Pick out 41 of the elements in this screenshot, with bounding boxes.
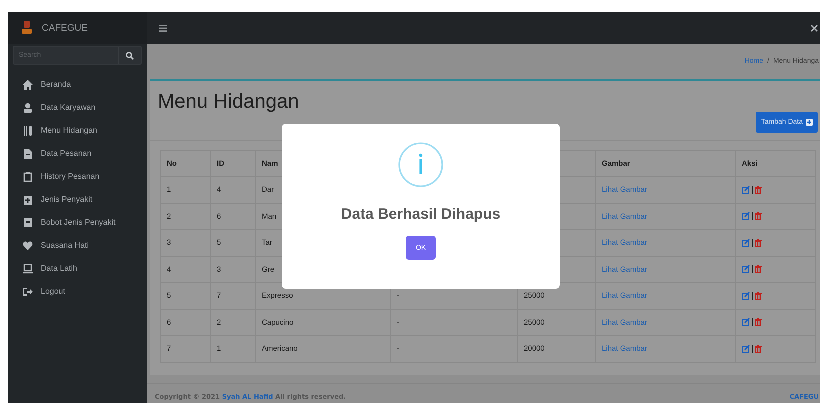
brand-name: CAFEGUE <box>42 22 88 34</box>
trash-icon[interactable] <box>755 265 762 274</box>
edit-icon[interactable] <box>742 238 750 247</box>
search-icon <box>126 52 134 60</box>
edit-icon[interactable] <box>742 344 750 353</box>
sidebar-item[interactable]: Data Pesanan <box>8 142 147 165</box>
edit-icon[interactable] <box>742 265 750 274</box>
trash-icon[interactable] <box>755 292 762 300</box>
trash-icon[interactable] <box>755 212 762 220</box>
sidebar-item[interactable]: History Pesanan <box>8 165 147 188</box>
sidebar-item[interactable]: Beranda <box>8 73 147 96</box>
logo-icon <box>22 21 32 35</box>
trash-icon[interactable] <box>755 186 762 194</box>
clipboard-icon <box>23 172 33 182</box>
user-icon <box>23 102 33 112</box>
sidebar-item[interactable]: Jenis Penyakit <box>8 188 147 211</box>
medkit-icon <box>23 194 33 204</box>
edit-icon[interactable] <box>742 186 750 194</box>
info-icon <box>398 142 444 188</box>
close-icon[interactable] <box>811 24 818 32</box>
edit-icon[interactable] <box>742 318 750 326</box>
sidebar-item[interactable]: Data Karyawan <box>8 96 147 119</box>
logout-icon <box>23 286 33 296</box>
menu-icon[interactable] <box>159 24 167 32</box>
sidebar-item[interactable]: Bobot Jenis Penyakit <box>8 211 147 234</box>
heart-icon <box>23 240 33 250</box>
trash-icon[interactable] <box>755 318 762 326</box>
laptop-icon <box>23 264 33 274</box>
book-icon <box>23 218 33 228</box>
sidebar-item[interactable]: Menu Hidangan <box>8 119 147 142</box>
edit-icon[interactable] <box>742 212 750 220</box>
sidebar-item[interactable]: Logout <box>8 280 147 303</box>
document-icon <box>23 148 33 158</box>
sidebar-item[interactable]: Suasana Hati <box>8 234 147 257</box>
edit-icon[interactable] <box>742 292 750 300</box>
trash-icon[interactable] <box>755 344 762 353</box>
trash-icon[interactable] <box>755 238 762 247</box>
plus-icon <box>806 119 813 126</box>
home-icon <box>23 80 33 90</box>
sidebar-item[interactable]: Data Latih <box>8 257 147 280</box>
page-title: Menu Hidangan <box>158 91 300 115</box>
